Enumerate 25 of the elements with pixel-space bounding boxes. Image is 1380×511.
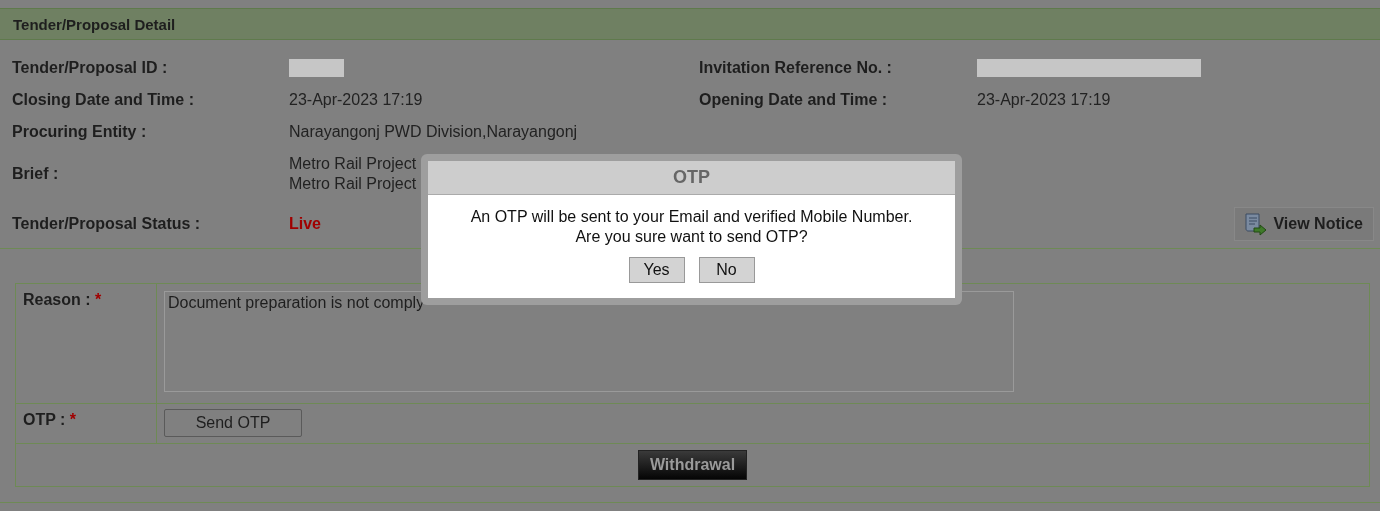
detail-label: Invitation Reference No. : <box>699 59 892 77</box>
dialog-button[interactable]: Yes <box>628 257 685 283</box>
document-arrow-icon <box>1243 211 1268 237</box>
detail-value: 23-Apr-2023 17:19 <box>977 91 1111 109</box>
detail-label: Opening Date and Time : <box>699 91 888 109</box>
detail-label: Brief : <box>12 165 59 183</box>
view-notice-button[interactable]: View Notice <box>1234 207 1374 241</box>
form-label: Reason : * <box>23 291 102 308</box>
dialog-title: OTP <box>673 167 710 188</box>
dialog-button[interactable]: No <box>698 257 755 283</box>
reason-field[interactable]: Document preparation is not comply <box>164 291 1014 392</box>
detail-value: Narayangonj PWD Division,Narayangonj <box>289 123 578 141</box>
send-otp-button[interactable]: Send OTP <box>164 409 302 437</box>
dialog-message: An OTP will be sent to your Email and verified Mobile Number. Are you sure want to send OTP? <box>469 207 914 247</box>
withdrawal-button[interactable]: Withdrawal <box>637 450 748 480</box>
form-label: OTP : * <box>23 411 77 428</box>
status-value: Live <box>289 215 321 233</box>
brief-text: Metro Rail Project Metro Rail Project <box>289 154 417 194</box>
detail-label: Tender/Proposal Status : <box>12 215 201 233</box>
detail-label: Procuring Entity : <box>12 123 147 141</box>
detail-label: Tender/Proposal ID : <box>12 59 168 77</box>
detail-label: Closing Date and Time : <box>12 91 194 109</box>
panel-title: Tender/Proposal Detail <box>13 15 176 33</box>
redacted-value <box>289 59 344 77</box>
detail-value: 23-Apr-2023 17:19 <box>289 91 423 109</box>
